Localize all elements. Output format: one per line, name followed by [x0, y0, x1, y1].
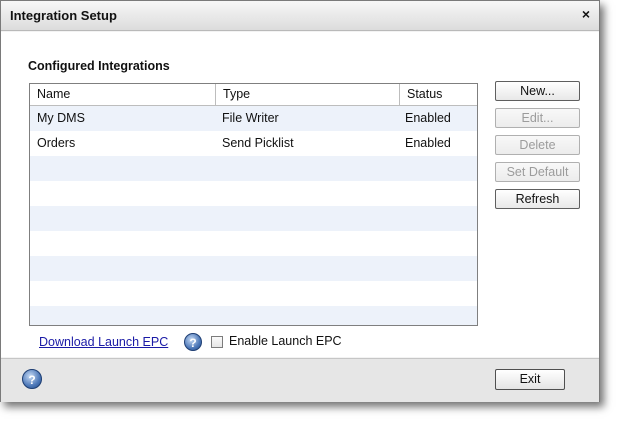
- column-header-name[interactable]: Name: [30, 84, 216, 105]
- help-icon[interactable]: ?: [184, 333, 202, 351]
- integrations-table: Name Type Status My DMS File Writer Enab…: [29, 83, 478, 326]
- download-launch-epc-link[interactable]: Download Launch EPC: [39, 335, 168, 349]
- table-row[interactable]: Orders Send Picklist Enabled: [30, 131, 477, 156]
- set-default-button[interactable]: Set Default: [495, 162, 580, 182]
- empty-row: [30, 156, 477, 181]
- cell-status: Enabled: [405, 136, 451, 150]
- cell-name: My DMS: [37, 111, 85, 125]
- title-bar: Integration Setup ×: [1, 1, 599, 31]
- empty-row: [30, 256, 477, 281]
- help-icon[interactable]: ?: [22, 369, 42, 389]
- dialog-title: Integration Setup: [10, 8, 117, 23]
- enable-launch-epc-checkbox[interactable]: [211, 336, 223, 348]
- close-icon[interactable]: ×: [582, 6, 590, 22]
- empty-row: [30, 306, 477, 325]
- dialog-footer: ? Exit: [1, 358, 599, 402]
- integration-setup-dialog: Integration Setup × Configured Integrati…: [0, 0, 600, 402]
- section-title: Configured Integrations: [28, 59, 170, 73]
- cell-status: Enabled: [405, 111, 451, 125]
- empty-row: [30, 281, 477, 306]
- cell-name: Orders: [37, 136, 76, 150]
- cell-type: File Writer: [222, 111, 279, 125]
- enable-launch-epc-label: Enable Launch EPC: [229, 334, 342, 348]
- cell-type: Send Picklist: [222, 136, 294, 150]
- empty-row: [30, 231, 477, 256]
- table-row[interactable]: My DMS File Writer Enabled: [30, 106, 477, 131]
- empty-row: [30, 206, 477, 231]
- table-header: Name Type Status: [30, 84, 477, 106]
- column-header-type[interactable]: Type: [216, 84, 400, 105]
- column-header-status[interactable]: Status: [400, 84, 477, 105]
- refresh-button[interactable]: Refresh: [495, 189, 580, 209]
- empty-row: [30, 181, 477, 206]
- exit-button[interactable]: Exit: [495, 369, 565, 390]
- edit-button[interactable]: Edit...: [495, 108, 580, 128]
- delete-button[interactable]: Delete: [495, 135, 580, 155]
- new-button[interactable]: New...: [495, 81, 580, 101]
- dialog-content: Configured Integrations Name Type Status…: [1, 32, 599, 357]
